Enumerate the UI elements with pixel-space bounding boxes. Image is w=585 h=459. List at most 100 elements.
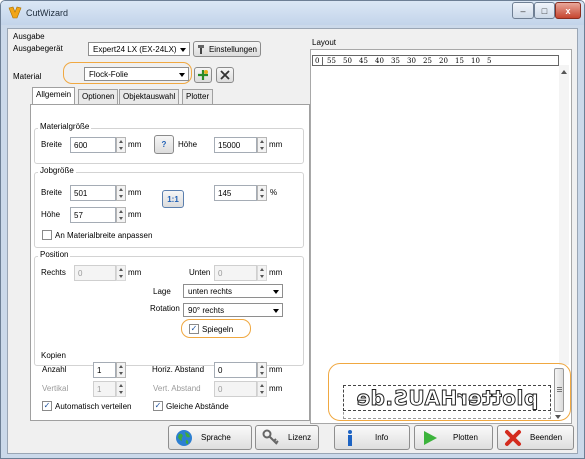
plotten-button[interactable]: Plotten (414, 425, 493, 450)
layout-title: Layout (312, 38, 337, 47)
job-preview[interactable]: plotterHAUS.de (343, 385, 551, 411)
job-percent-unit: % (270, 188, 278, 197)
job-percent-input[interactable]: 145 (214, 185, 257, 201)
vert-abstand-unit: mm (269, 384, 283, 393)
ruler-tick: 35 (391, 56, 400, 65)
ruler-tick: 15 (455, 56, 464, 65)
job-hoehe-input[interactable]: 57 (70, 207, 116, 223)
lage-dropdown[interactable]: unten rechts (183, 284, 283, 298)
close-icon (505, 429, 521, 446)
info-label: Info (375, 433, 389, 442)
kopien-title: Kopien (41, 351, 66, 360)
close-button[interactable]: x (555, 2, 581, 19)
ruler-tick: 50 (343, 56, 352, 65)
rotation-dropdown[interactable]: 90° rechts (183, 303, 283, 317)
material-breite-input[interactable]: 600 (70, 137, 116, 153)
material-breite-stepper[interactable] (116, 137, 126, 153)
layout-vertical-scrollbar[interactable] (559, 65, 569, 365)
spiegeln-label: Spiegeln (202, 325, 234, 334)
vertikal-stepper[interactable] (116, 381, 126, 397)
auto-verteilen-checkbox[interactable]: ✓ (42, 401, 52, 411)
jobgroesse-title: Jobgröße (38, 166, 76, 175)
info-button[interactable]: Info (334, 425, 410, 450)
unten-unit: mm (269, 268, 283, 277)
job-breite-stepper[interactable] (116, 185, 126, 201)
tab-allgemein[interactable]: Allgemein (32, 87, 76, 105)
lage-label: Lage (153, 287, 171, 296)
globe-icon (176, 429, 192, 446)
unten-input[interactable]: 0 (214, 265, 257, 281)
anzahl-input[interactable]: 1 (93, 362, 116, 378)
add-material-button[interactable] (194, 67, 212, 83)
anpassen-checkbox[interactable] (42, 230, 52, 240)
tools-icon (197, 44, 204, 54)
material-hoehe-stepper[interactable] (257, 137, 267, 153)
chevron-down-icon (273, 309, 279, 313)
job-preview-shadow (343, 412, 551, 419)
material-hoehe-input[interactable]: 15000 (214, 137, 257, 153)
material-breite-unit: mm (128, 140, 142, 149)
job-breite-input[interactable]: 501 (70, 185, 116, 201)
sprache-label: Sprache (201, 433, 231, 442)
lizenz-button[interactable]: Lizenz (255, 425, 319, 450)
horiz-abstand-input[interactable]: 0 (214, 362, 257, 378)
rechts-input[interactable]: 0 (74, 265, 116, 281)
material-hoehe-label: Höhe (178, 140, 198, 149)
ratio-lock-button[interactable]: 1:1 (162, 190, 184, 208)
rechts-stepper[interactable] (116, 265, 126, 281)
maximize-button[interactable]: □ (534, 2, 555, 19)
einstellungen-button[interactable]: Einstellungen (193, 41, 261, 57)
title-bar: CutWizard – □ x (1, 1, 584, 25)
beenden-button[interactable]: Beenden (497, 425, 574, 450)
rechts-unit: mm (128, 268, 142, 277)
unten-label: Unten (189, 268, 211, 277)
vert-abstand-label: Vert. Abstand (153, 384, 201, 393)
tab-plotter[interactable]: Plotter (182, 89, 214, 104)
tab-objektauswahl[interactable]: Objektauswahl (119, 89, 180, 104)
ruler-tick: 5 (487, 56, 492, 65)
lage-value: unten rechts (188, 287, 233, 296)
swap-dimensions-button[interactable]: ? (154, 135, 174, 154)
horiz-abstand-unit: mm (269, 365, 283, 374)
vert-abstand-stepper[interactable] (257, 381, 267, 397)
spiegeln-checkbox[interactable]: ✓ (189, 324, 199, 334)
job-hoehe-label: Höhe (41, 210, 61, 219)
app-window: CutWizard – □ x Ausgabe Ausgabegerät Exp… (0, 0, 585, 459)
anzahl-stepper[interactable] (116, 362, 126, 378)
horiz-abstand-stepper[interactable] (257, 362, 267, 378)
close-icon (220, 70, 230, 80)
window-title: CutWizard (26, 8, 69, 18)
ausgabegeraet-dropdown[interactable]: Expert24 LX (EX-24LX) (88, 42, 190, 56)
job-hoehe-unit: mm (128, 210, 142, 219)
ruler-tick: 45 (359, 56, 368, 65)
ausgabe-group-title: Ausgabe (13, 32, 45, 41)
material-label: Material (13, 72, 42, 81)
gleiche-abstaende-checkbox[interactable]: ✓ (153, 401, 163, 411)
job-breite-unit: mm (128, 188, 142, 197)
ausgabegeraet-value: Expert24 LX (EX-24LX) (93, 45, 177, 54)
material-dropdown[interactable]: Flock-Folie (84, 67, 189, 81)
ruler-tick: 25 (423, 56, 432, 65)
ruler-zero: 0 (313, 56, 323, 65)
materialgroesse-title: Materialgröße (38, 122, 92, 131)
minimize-button[interactable]: – (512, 2, 534, 19)
scroll-up-icon[interactable] (561, 70, 567, 74)
delete-material-button[interactable] (216, 67, 234, 83)
horiz-abstand-label: Horiz. Abstand (152, 365, 205, 374)
rotation-value: 90° rechts (188, 306, 225, 315)
key-icon (262, 429, 279, 445)
main-client-area: Ausgabe Ausgabegerät Expert24 LX (EX-24L… (7, 28, 578, 454)
ruler-tick: 20 (439, 56, 448, 65)
job-percent-stepper[interactable] (257, 185, 267, 201)
plotten-label: Plotten (453, 433, 478, 442)
chevron-down-icon (273, 290, 279, 294)
ratio-lock-label: 1:1 (167, 194, 179, 204)
job-hoehe-stepper[interactable] (116, 207, 126, 223)
play-icon (424, 430, 437, 445)
material-value: Flock-Folie (89, 70, 129, 79)
vertikal-input[interactable]: 1 (93, 381, 116, 397)
vert-abstand-input[interactable]: 0 (214, 381, 257, 397)
unten-stepper[interactable] (257, 265, 267, 281)
tab-optionen[interactable]: Optionen (78, 89, 119, 104)
sprache-button[interactable]: Sprache (168, 425, 252, 450)
